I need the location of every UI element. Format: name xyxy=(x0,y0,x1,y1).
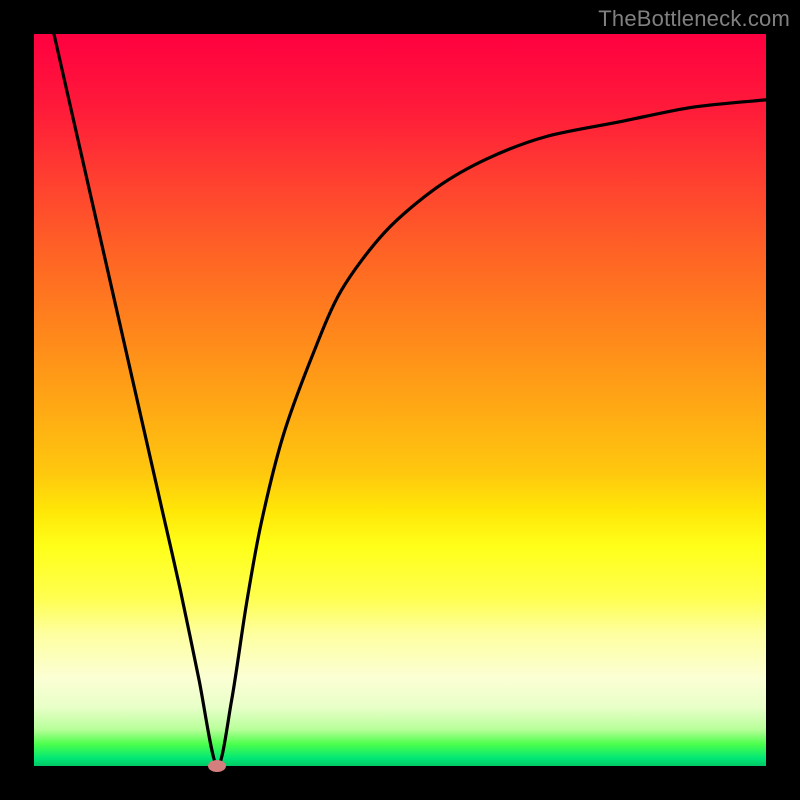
minimum-marker xyxy=(208,760,226,772)
bottleneck-curve xyxy=(34,34,766,766)
plot-area xyxy=(34,34,766,766)
chart-frame: TheBottleneck.com xyxy=(0,0,800,800)
bottleneck-curve-svg xyxy=(34,34,766,766)
watermark-label: TheBottleneck.com xyxy=(598,6,790,32)
